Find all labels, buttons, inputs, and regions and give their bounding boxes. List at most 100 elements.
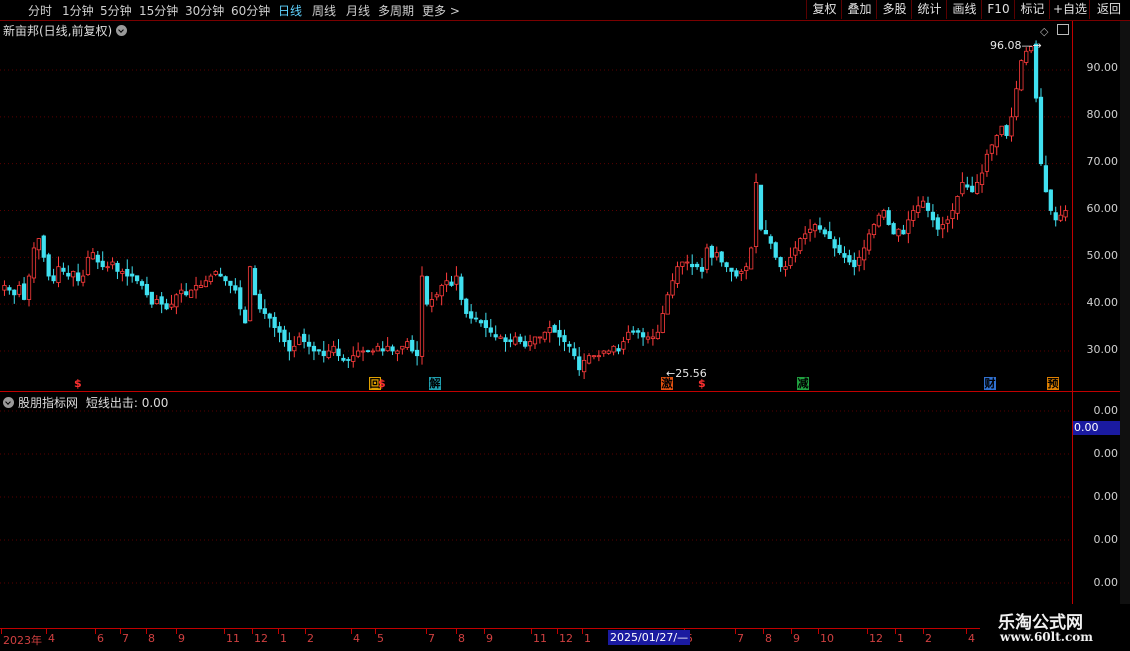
date-tick xyxy=(278,629,279,634)
candle-body xyxy=(920,200,926,208)
candle-body xyxy=(621,341,626,350)
period-tab-1min[interactable]: 1分钟 xyxy=(62,2,94,19)
add-watchlist-button[interactable]: +自选 xyxy=(1049,0,1090,19)
top-toolbar: 分时 1分钟 5分钟 15分钟 30分钟 60分钟 日线 周线 月线 多周期 更… xyxy=(0,0,1130,21)
candle-body xyxy=(198,285,204,288)
candle-body xyxy=(655,331,660,340)
candle-body xyxy=(955,196,960,214)
chevron-down-icon[interactable] xyxy=(116,25,128,36)
candle-body xyxy=(341,357,346,361)
candle-body xyxy=(36,238,41,251)
candle-body xyxy=(503,337,508,343)
candle-body xyxy=(360,350,366,353)
candle-body xyxy=(125,268,130,277)
candle-body xyxy=(601,350,606,354)
candle-body xyxy=(203,280,208,288)
candle-body xyxy=(17,285,22,295)
candle-body xyxy=(596,355,601,358)
period-tab-weekly[interactable]: 周线 xyxy=(312,2,336,19)
event-marker-badge[interactable]: 预 xyxy=(1047,377,1059,390)
date-label: 8 xyxy=(148,632,155,645)
overlay-button[interactable]: 叠加 xyxy=(841,0,877,19)
date-tick xyxy=(351,629,352,634)
multi-stock-button[interactable]: 多股 xyxy=(876,0,912,19)
period-tab-5min[interactable]: 5分钟 xyxy=(100,2,132,19)
f10-button[interactable]: F10 xyxy=(981,0,1015,19)
period-tab-multi[interactable]: 多周期 xyxy=(378,2,414,19)
date-label: 7 xyxy=(428,632,435,645)
date-label: 11 xyxy=(533,632,547,645)
candlestick-chart[interactable] xyxy=(0,21,1072,391)
candle-body xyxy=(611,345,616,353)
y-tick-label: 90.00 xyxy=(1086,61,1119,74)
period-tab-more[interactable]: 更多 > xyxy=(422,2,460,19)
candle-body xyxy=(744,266,749,272)
indicator-panel[interactable]: 股朋指标网 短线出击: 0.00 xyxy=(0,393,1072,627)
candle-body xyxy=(243,309,248,324)
date-tick xyxy=(456,629,457,634)
period-tab-monthly[interactable]: 月线 xyxy=(346,2,370,19)
candle-body xyxy=(803,233,808,239)
price-chart-panel[interactable]: 新亩邦(日线,前复权) 96.08—→ ←25.56 ◇ xyxy=(0,21,1072,391)
candle-body xyxy=(552,325,557,333)
candle-body xyxy=(184,291,189,296)
candle-body xyxy=(346,359,351,361)
chevron-down-icon[interactable] xyxy=(3,397,14,408)
event-marker-badge[interactable]: 激 xyxy=(661,377,673,390)
event-marker-badge[interactable]: 减 xyxy=(797,377,809,390)
back-button[interactable]: 返回 xyxy=(1089,0,1128,19)
candle-body xyxy=(513,336,518,345)
candle-body xyxy=(518,336,523,343)
date-label: 1 xyxy=(897,632,904,645)
candle-body xyxy=(164,303,169,310)
candle-body xyxy=(763,229,769,235)
restore-rights-button[interactable]: 复权 xyxy=(806,0,842,19)
date-tick xyxy=(484,629,485,634)
y-tick-label: 30.00 xyxy=(1086,343,1119,356)
indicator-title: 股朋指标网 短线出击: 0.00 xyxy=(3,394,168,411)
sub-y-tick-label: 0.00 xyxy=(1093,533,1119,546)
dividend-marker-icon[interactable]: $ xyxy=(74,377,82,390)
candle-body xyxy=(577,356,582,371)
dividend-marker-icon[interactable]: $ xyxy=(698,377,706,390)
period-tab-intraday[interactable]: 分时 xyxy=(28,2,52,19)
candle-body xyxy=(537,336,543,339)
statistics-button[interactable]: 统计 xyxy=(911,0,947,19)
candle-body xyxy=(316,349,321,352)
watermark-url: www.60lt.com xyxy=(1000,630,1093,644)
dividend-marker-icon[interactable]: $ xyxy=(378,377,386,390)
candle-body xyxy=(400,345,405,350)
candle-body xyxy=(778,257,783,268)
date-label: 10 xyxy=(820,632,834,645)
candle-body xyxy=(115,262,120,272)
date-tick xyxy=(791,629,792,634)
date-tick xyxy=(531,629,532,634)
candle-body xyxy=(189,289,194,298)
period-tab-60min[interactable]: 60分钟 xyxy=(231,2,270,19)
candle-body xyxy=(26,275,32,300)
candle-body xyxy=(675,266,680,284)
candle-body xyxy=(645,336,651,340)
date-tick xyxy=(120,629,121,634)
period-tab-daily[interactable]: 日线 xyxy=(278,2,302,19)
candle-body xyxy=(758,184,764,230)
period-tab-30min[interactable]: 30分钟 xyxy=(185,2,224,19)
candle-body xyxy=(694,263,700,268)
candle-body xyxy=(724,262,729,268)
panel-toggle-icon[interactable] xyxy=(1057,24,1069,35)
candle-body xyxy=(670,280,675,296)
draw-line-button[interactable]: 画线 xyxy=(946,0,982,19)
candle-body xyxy=(640,332,646,338)
period-tab-15min[interactable]: 15分钟 xyxy=(139,2,178,19)
sub-y-tick-label: 0.00 xyxy=(1093,447,1119,460)
y-tick-label: 70.00 xyxy=(1086,155,1119,168)
event-marker-badge[interactable]: 解 xyxy=(429,377,441,390)
mark-button[interactable]: 标记 xyxy=(1014,0,1050,19)
candle-body xyxy=(650,336,656,339)
event-marker-badge[interactable]: 财 xyxy=(984,377,996,390)
candle-body xyxy=(351,355,356,362)
candle-body xyxy=(139,281,145,286)
candle-body xyxy=(287,340,292,352)
diamond-icon: ◇ xyxy=(1040,25,1049,38)
candle-body xyxy=(660,313,665,333)
